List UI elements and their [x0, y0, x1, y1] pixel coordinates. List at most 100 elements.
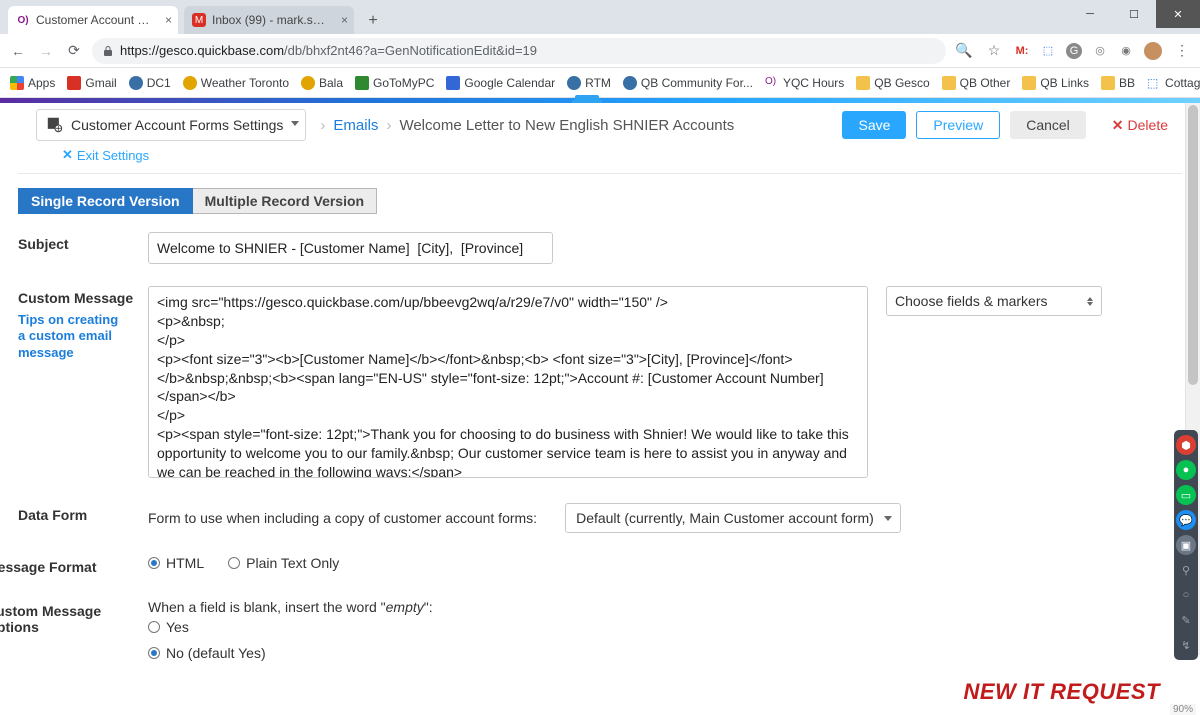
url-host: https://gesco.quickbase.com [120, 43, 284, 58]
new-it-request-link[interactable]: NEW IT REQUEST [964, 679, 1160, 705]
data-form-text: Form to use when including a copy of cus… [148, 510, 537, 526]
browser-tab-gmail[interactable]: M Inbox (99) - mark.shnier@gmail. × [184, 6, 354, 34]
radio-icon [148, 557, 160, 569]
breadcrumb-current: Welcome Letter to New English SHNIER Acc… [399, 117, 734, 134]
address-actions: 🔍 ☆ M: ⬚ G ◎ ◉ ⋮ [954, 41, 1192, 61]
tool-circle-icon[interactable]: ○ [1176, 585, 1196, 605]
tab-close-icon[interactable]: × [165, 13, 172, 27]
ext-gray1-icon[interactable]: G [1066, 43, 1082, 59]
address-bar-row: ← → ⟳ https://gesco.quickbase.com/db/bhx… [0, 34, 1200, 68]
favicon-gmail: M [192, 13, 206, 27]
tool-mic-icon[interactable]: ● [1176, 460, 1196, 480]
settings-icon [45, 115, 65, 135]
exit-settings-link[interactable]: ✕Exit Settings [62, 147, 149, 163]
chrome-menu-icon[interactable]: ⋮ [1172, 41, 1192, 61]
tab-title: Inbox (99) - mark.shnier@gmail. [212, 13, 326, 27]
label-message-format: Message Format [0, 555, 148, 575]
delete-button[interactable]: ✕Delete [1096, 111, 1184, 139]
bookmark-cottagepix[interactable]: ⬚Cottage Pix [1147, 76, 1200, 90]
nav-reload-icon[interactable]: ⟳ [64, 41, 84, 61]
tab-multiple-record[interactable]: Multiple Record Version [193, 188, 377, 214]
nav-back-icon[interactable]: ← [8, 41, 28, 61]
radio-empty-no[interactable]: No (default Yes) [148, 645, 266, 661]
page-scroll-region[interactable]: Customer Account Forms Settings › Emails… [0, 103, 1200, 675]
bookmark-yqc[interactable]: O)YQC Hours [765, 76, 844, 90]
settings-title: Customer Account Forms Settings [71, 117, 283, 133]
data-form-select[interactable]: Default (currently, Main Customer accoun… [565, 503, 901, 533]
bookmark-qbcomm[interactable]: QB Community For... [623, 76, 753, 90]
breadcrumb-emails[interactable]: Emails [333, 117, 378, 134]
cancel-button[interactable]: Cancel [1010, 111, 1086, 139]
tool-camera-icon[interactable]: ▣ [1176, 535, 1196, 555]
bookmark-dc1[interactable]: DC1 [129, 76, 171, 90]
bookmark-qblinks[interactable]: QB Links [1022, 76, 1089, 90]
window-minimize[interactable]: ─ [1068, 0, 1112, 28]
save-button[interactable]: Save [842, 111, 906, 139]
radio-plain-text[interactable]: Plain Text Only [228, 555, 339, 571]
tool-cursor-icon[interactable]: ↯ [1176, 635, 1196, 655]
preview-button[interactable]: Preview [916, 111, 1000, 139]
bookmark-apps[interactable]: Apps [10, 76, 55, 90]
favicon-quickbase: O) [16, 13, 30, 27]
ext-gray2-icon[interactable]: ◎ [1092, 43, 1108, 59]
tool-record-icon[interactable]: ⬢ [1176, 435, 1196, 455]
profile-avatar[interactable] [1144, 42, 1162, 60]
settings-dropdown[interactable]: Customer Account Forms Settings [36, 109, 306, 141]
bookmark-rtm[interactable]: RTM [567, 76, 611, 90]
radio-icon [148, 647, 160, 659]
floating-toolbar: ⬢ ● ▭ 💬 ▣ ⚲ ○ ✎ ↯ [1174, 430, 1198, 660]
zoom-level: 90% [1170, 704, 1196, 715]
record-version-tabs: Single Record Version Multiple Record Ve… [18, 188, 1182, 214]
bookmark-weather[interactable]: Weather Toronto [183, 76, 289, 90]
radio-icon [228, 557, 240, 569]
empty-option-text: When a field is blank, insert the word "… [148, 599, 433, 615]
subject-input[interactable] [148, 232, 553, 264]
settings-header: Customer Account Forms Settings › Emails… [0, 103, 1200, 141]
address-bar[interactable]: https://gesco.quickbase.com/db/bhxf2nt46… [92, 38, 946, 64]
bookmark-gcal[interactable]: Google Calendar [446, 76, 555, 90]
custom-message-textarea[interactable] [148, 286, 868, 478]
ext-gray3-icon[interactable]: ◉ [1118, 43, 1134, 59]
ext-dropbox-icon[interactable]: ⬚ [1040, 43, 1056, 59]
close-icon: ✕ [1112, 117, 1124, 134]
browser-tabstrip: O) Customer Account Setup Form - × M Inb… [0, 0, 1200, 34]
label-custom-message-options: Custom Message Options [0, 599, 148, 635]
bookmark-gmail[interactable]: Gmail [67, 76, 116, 90]
tool-screen-icon[interactable]: ▭ [1176, 485, 1196, 505]
tool-chat-icon[interactable]: 💬 [1176, 510, 1196, 530]
header-actions: Save Preview Cancel ✕Delete [842, 111, 1184, 139]
nav-forward-icon[interactable]: → [36, 41, 56, 61]
radio-icon [148, 621, 160, 633]
bookmark-bala[interactable]: Bala [301, 76, 343, 90]
zoom-icon[interactable]: 🔍 [954, 41, 974, 61]
bookmark-qbgesco[interactable]: QB Gesco [856, 76, 929, 90]
tool-pen-icon[interactable]: ✎ [1176, 610, 1196, 630]
bookmark-qbother[interactable]: QB Other [942, 76, 1011, 90]
bookmark-star-icon[interactable]: ☆ [984, 41, 1004, 61]
radio-html[interactable]: HTML [148, 555, 204, 571]
bookmark-bb[interactable]: BB [1101, 76, 1135, 90]
lock-icon [102, 45, 114, 57]
chevron-down-icon [291, 121, 299, 126]
window-controls: ─ ☐ ✕ [1068, 0, 1200, 28]
radio-empty-yes[interactable]: Yes [148, 619, 189, 635]
label-data-form: Data Form [18, 503, 148, 523]
tab-title: Customer Account Setup Form - [36, 13, 150, 27]
label-custom-message: Custom Message Tips on creating a custom… [18, 286, 148, 361]
new-tab-button[interactable]: + [360, 8, 386, 34]
ext-m-icon[interactable]: M: [1014, 43, 1030, 59]
field-marker-picker[interactable]: Choose fields & markers [886, 286, 1102, 316]
tab-single-record[interactable]: Single Record Version [18, 188, 193, 214]
scroll-thumb[interactable] [1188, 105, 1198, 385]
window-close[interactable]: ✕ [1156, 0, 1200, 28]
sort-icon [1087, 297, 1093, 306]
chevron-down-icon [884, 516, 892, 521]
window-maximize[interactable]: ☐ [1112, 0, 1156, 28]
browser-tab-active[interactable]: O) Customer Account Setup Form - × [8, 6, 178, 34]
tab-close-icon[interactable]: × [341, 13, 348, 27]
tool-people-icon[interactable]: ⚲ [1176, 560, 1196, 580]
url-path: /db/bhxf2nt46?a=GenNotificationEdit&id=1… [284, 43, 537, 58]
bookmarks-bar: Apps Gmail DC1 Weather Toronto Bala GoTo… [0, 68, 1200, 98]
bookmark-gotomypc[interactable]: GoToMyPC [355, 76, 434, 90]
tips-link[interactable]: Tips on creating a custom email message [18, 312, 128, 361]
